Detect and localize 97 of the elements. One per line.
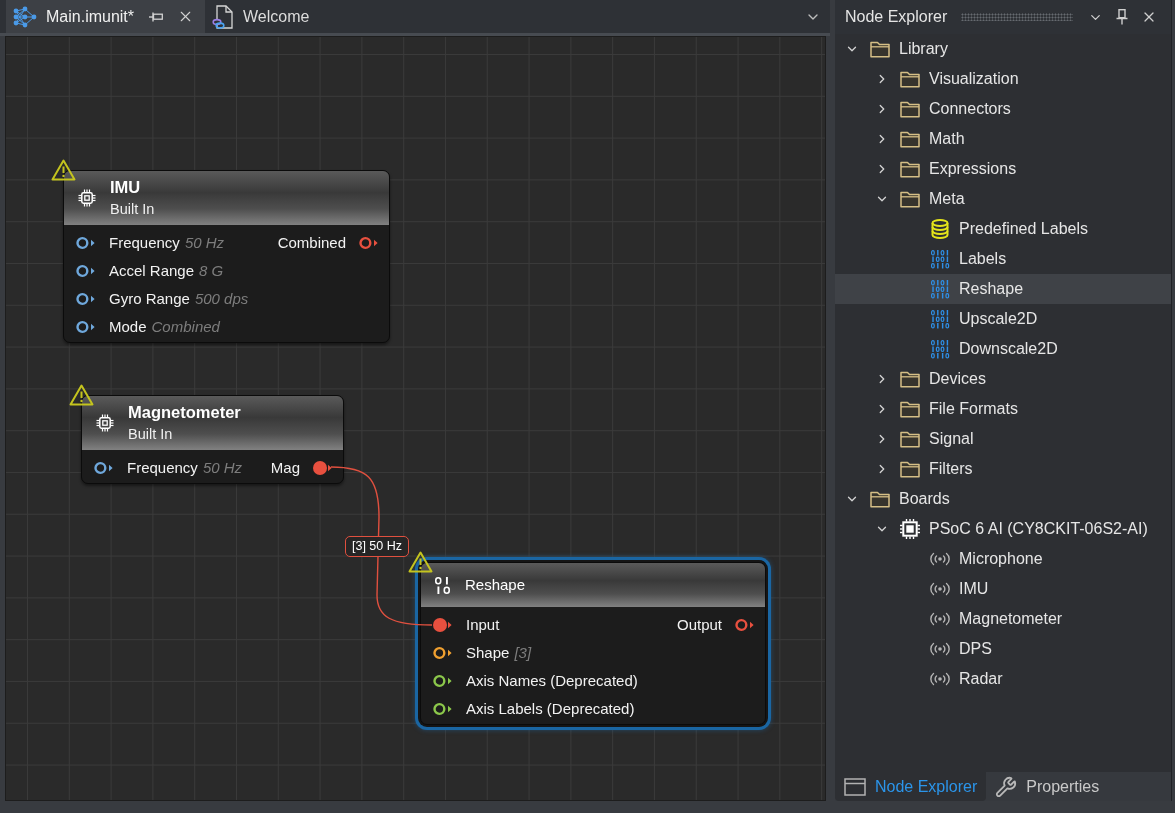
port-value: [3] — [514, 643, 532, 663]
binary-icon — [930, 249, 950, 269]
chip-icon — [900, 519, 920, 539]
folder-icon — [900, 70, 920, 88]
port-label: Output — [676, 615, 722, 635]
tree-item[interactable]: Library — [835, 34, 1171, 64]
port-value: 500 dps — [194, 289, 249, 309]
folder-icon — [900, 160, 920, 178]
port-value: 50 Hz — [184, 233, 225, 253]
folder-icon — [870, 490, 890, 508]
port-label: Axis Labels (Deprecated) — [466, 699, 635, 719]
pin-icon[interactable] — [1116, 9, 1128, 25]
binary-icon — [930, 279, 950, 299]
panel-tab[interactable]: Node Explorer — [835, 772, 987, 801]
folder-icon — [900, 370, 920, 388]
input-port-icon[interactable] — [76, 236, 95, 250]
output-port-icon[interactable] — [359, 236, 378, 250]
port-value: Combined — [151, 317, 220, 337]
database-icon — [931, 219, 949, 239]
port-label: Mode — [109, 317, 147, 337]
tree-item[interactable]: Upscale2D — [835, 304, 1171, 334]
tree-item[interactable]: Magnetometer — [835, 604, 1171, 634]
port-label: Combined — [277, 233, 346, 253]
tree-item[interactable]: Filters — [835, 454, 1171, 484]
graph-node[interactable]: Magnetometer Built In Frequency 50 Hz Mag — [81, 395, 344, 484]
node-title: Magnetometer — [128, 402, 241, 422]
tree-item[interactable]: Signal — [835, 424, 1171, 454]
tree-item[interactable]: Boards — [835, 484, 1171, 514]
tree-item[interactable]: Radar — [835, 664, 1171, 694]
signal-icon — [930, 582, 950, 596]
node-title: IMU — [110, 177, 142, 197]
window-icon — [844, 777, 866, 796]
tree-item[interactable]: Math — [835, 124, 1171, 154]
port-label: Shape — [466, 643, 510, 663]
folder-icon — [900, 130, 920, 148]
tree-item[interactable]: Devices — [835, 364, 1171, 394]
tree-item[interactable]: Expressions — [835, 154, 1171, 184]
signal-icon — [930, 672, 950, 686]
wire-label: [3] 50 Hz — [345, 536, 410, 557]
tree-item[interactable]: Labels — [835, 244, 1171, 274]
node-subtitle: Built In — [128, 425, 174, 444]
output-port-icon[interactable] — [313, 461, 332, 475]
wrench-icon — [995, 775, 1018, 798]
port-value: 50 Hz — [202, 458, 243, 478]
tree-item[interactable]: IMU — [835, 574, 1171, 604]
signal-icon — [930, 612, 950, 626]
pin-icon[interactable] — [149, 11, 164, 22]
input-port-icon[interactable] — [94, 461, 113, 475]
folder-icon — [900, 400, 920, 418]
binary-icon — [435, 576, 451, 594]
input-port-icon[interactable] — [76, 292, 95, 306]
folder-icon — [870, 40, 890, 58]
node-title: Reshape — [465, 575, 526, 595]
tree-item[interactable]: Meta — [835, 184, 1171, 214]
folder-icon — [900, 430, 920, 448]
chip-icon — [96, 414, 114, 432]
graph-node[interactable]: IMU Built In Frequency 50 Hz Combined Accel Range 8 G Gyro Range 500 dps Mode Combined — [63, 170, 390, 343]
input-port-icon[interactable] — [433, 674, 452, 688]
tree-item[interactable]: Downscale2D — [835, 334, 1171, 364]
node-subtitle: Built In — [110, 200, 155, 219]
folder-icon — [900, 190, 920, 208]
network-icon — [13, 5, 37, 28]
port-value: 8 G — [199, 261, 224, 281]
panel-tab[interactable]: Properties — [986, 772, 1109, 801]
document-tab[interactable]: Welcome — [205, 0, 321, 33]
binary-icon — [930, 309, 950, 329]
binary-icon — [930, 339, 950, 359]
chip-icon — [78, 189, 96, 207]
signal-icon — [930, 642, 950, 656]
tree-item[interactable]: Reshape — [835, 274, 1171, 304]
tree-item[interactable]: Microphone — [835, 544, 1171, 574]
output-port-icon[interactable] — [735, 618, 754, 632]
panel-grip[interactable] — [961, 13, 1073, 21]
tree-item[interactable]: Connectors — [835, 94, 1171, 124]
tree-item[interactable]: Predefined Labels — [835, 214, 1171, 244]
folder-icon — [900, 460, 920, 478]
port-label: Frequency — [109, 233, 180, 253]
panel-title: Node Explorer — [845, 8, 948, 26]
folder-icon — [900, 100, 920, 118]
tree-item[interactable]: DPS — [835, 634, 1171, 664]
input-port-icon[interactable] — [76, 320, 95, 334]
input-port-icon[interactable] — [433, 646, 452, 660]
port-label: Mag — [270, 458, 300, 478]
port-label: Input — [466, 615, 500, 635]
tree-item[interactable]: PSoC 6 AI (CY8CKIT-06S2-AI) — [835, 514, 1171, 544]
document-tab[interactable]: Main.imunit* — [6, 0, 206, 33]
signal-icon — [930, 552, 950, 566]
port-label: Axis Names (Deprecated) — [466, 671, 638, 691]
input-port-icon[interactable] — [433, 618, 452, 632]
port-label: Gyro Range — [109, 289, 190, 309]
tree-item[interactable]: Visualization — [835, 64, 1171, 94]
port-label: Frequency — [127, 458, 198, 478]
document-icon — [212, 4, 235, 29]
input-port-icon[interactable] — [433, 702, 452, 716]
input-port-icon[interactable] — [76, 264, 95, 278]
port-label: Accel Range — [109, 261, 195, 281]
tree-item[interactable]: File Formats — [835, 394, 1171, 424]
